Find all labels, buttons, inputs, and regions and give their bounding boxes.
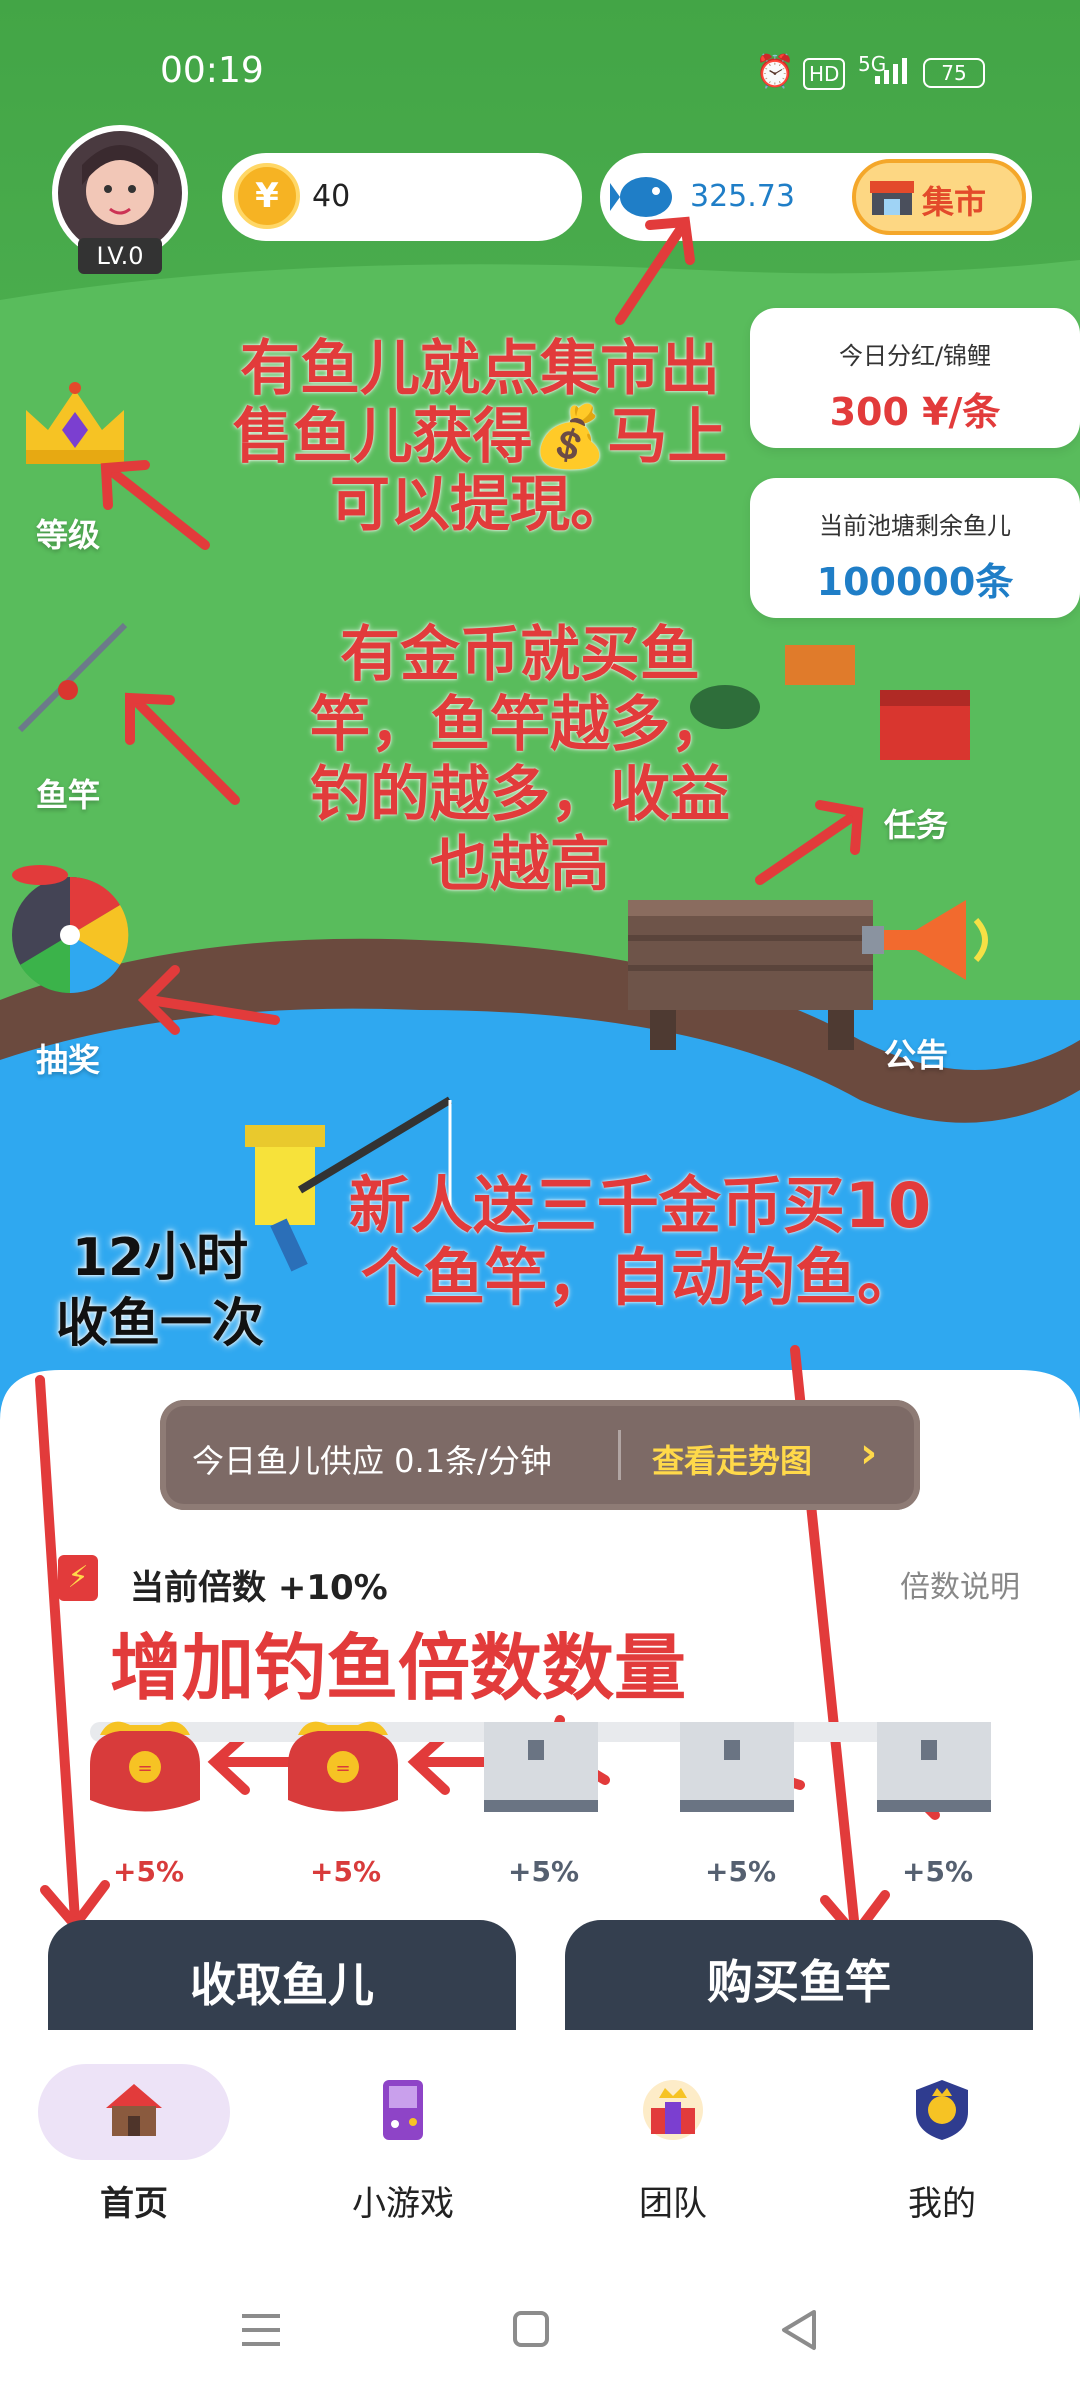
system-nav-bar	[0, 2260, 1080, 2400]
empty-slot-icon[interactable]	[482, 1720, 600, 1815]
rod-annotation: 有金币就买鱼 竿，鱼竿越多， 钓的越多，收益 也越高	[270, 620, 770, 900]
market-annotation: 有鱼儿就点集市出 售鱼儿获得💰马上 可以提現。	[210, 335, 750, 539]
collect-annotation-line1: 12小时	[71, 1228, 249, 1288]
chevron-right-icon: ›	[860, 1428, 878, 1477]
svg-text:=: =	[335, 1758, 350, 1779]
slot-bonus-label: +5%	[508, 1855, 579, 1888]
lucky-bag-icon[interactable]: =	[278, 1695, 408, 1825]
trend-link[interactable]: 查看走势图	[652, 1436, 812, 1482]
collect-annotation-line2: 收鱼一次	[55, 1294, 264, 1354]
supply-divider	[618, 1430, 621, 1480]
nav-games[interactable]: 小游戏	[303, 2078, 503, 2225]
market-annotation-line3: 可以提現。	[330, 470, 630, 540]
multiplier-label: 当前倍数 +10%	[130, 1568, 388, 1608]
home-icon	[106, 2084, 162, 2136]
nav-mine[interactable]: 我的	[842, 2078, 1042, 2225]
newbie-annotation: 新人送三千金币买10 个鱼竿，自动钓鱼。	[300, 1170, 980, 1314]
slot-bonus-label: +5%	[902, 1855, 973, 1888]
back-icon[interactable]	[778, 2308, 822, 2352]
newbie-annotation-line1: 新人送三千金币买10	[348, 1169, 932, 1242]
menu-icon[interactable]	[240, 2310, 284, 2350]
supply-text: 今日鱼儿供应 0.1条/分钟	[192, 1442, 552, 1480]
collect-annotation: 12小时 收鱼一次	[30, 1225, 290, 1357]
market-annotation-line2: 售鱼儿获得💰马上	[232, 402, 728, 472]
lucky-bag-icon[interactable]: =	[80, 1695, 210, 1825]
svg-text:=: =	[137, 1758, 152, 1779]
newbie-annotation-line2: 个鱼竿，自动钓鱼。	[360, 1241, 919, 1314]
slot-bonus-label: +5%	[113, 1855, 184, 1888]
empty-slot-icon[interactable]	[875, 1720, 993, 1815]
market-annotation-line1: 有鱼儿就点集市出	[240, 334, 720, 404]
nav-games-label: 小游戏	[352, 2184, 454, 2224]
multiplier-help-link[interactable]: 倍数说明	[900, 1562, 1020, 1606]
slot-bonus-label: +5%	[705, 1855, 776, 1888]
nav-team[interactable]: 团队	[573, 2078, 773, 2225]
gameboy-icon	[383, 2080, 423, 2140]
rod-annotation-line2: 竿，鱼竿越多，	[310, 690, 730, 760]
game-screen: 00:19 ⏰ HD 5G 75 LV.0 ¥ 40 325.73 集市 今日分…	[0, 0, 1080, 2400]
team-icon	[643, 2080, 703, 2140]
rod-annotation-line3: 钓的越多，收益	[310, 760, 730, 830]
nav-team-label: 团队	[639, 2184, 707, 2224]
bottom-nav: 首页 小游戏 团队 我的	[0, 2030, 1080, 2260]
profile-shield-icon	[916, 2080, 968, 2140]
collect-fish-button[interactable]: 收取鱼儿	[48, 1920, 516, 2030]
nav-mine-label: 我的	[908, 2184, 976, 2224]
supply-bar[interactable]: 今日鱼儿供应 0.1条/分钟 查看走势图 ›	[160, 1400, 920, 1510]
rod-annotation-line1: 有金币就买鱼	[340, 620, 700, 690]
empty-slot-icon[interactable]	[678, 1720, 796, 1815]
battery-boost-icon: ⚡	[58, 1555, 98, 1601]
multiplier-annotation: 增加钓鱼倍数数量	[110, 1626, 687, 1710]
nav-home-label: 首页	[100, 2184, 168, 2224]
rod-annotation-line4: 也越高	[430, 830, 610, 900]
slot-bonus-label: +5%	[310, 1855, 381, 1888]
buy-rod-button[interactable]: 购买鱼竿	[565, 1920, 1033, 2030]
home-square-icon[interactable]	[512, 2310, 552, 2350]
nav-home[interactable]: 首页	[34, 2078, 234, 2225]
